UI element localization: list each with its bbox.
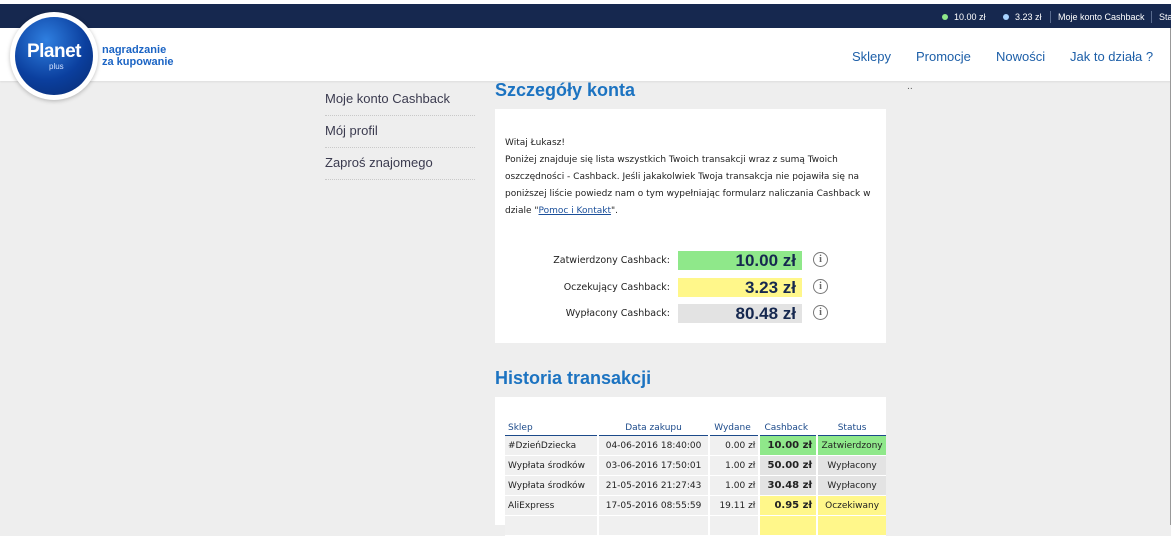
account-details-title: Szczegóły konta xyxy=(495,80,636,100)
account-details-panel: Witaj Łukasz! Poniżej znajduje się lista… xyxy=(495,109,886,343)
help-contact-link[interactable]: Pomoc i Kontakt xyxy=(539,206,612,216)
status-badge: Oczekiwany xyxy=(817,495,886,516)
pending-cashback-value: 3.23 zł xyxy=(678,278,802,297)
column-header-spent[interactable]: Wydane xyxy=(708,421,761,436)
status-badge: Wypłacony xyxy=(817,455,886,476)
status-badge: Wypłacony xyxy=(817,475,886,496)
column-header-status[interactable]: Status xyxy=(817,421,886,436)
divider xyxy=(1050,11,1051,23)
cashback-cell: 30.48 zł xyxy=(759,475,819,496)
account-sidebar: Moje konto Cashback Mój profil Zaproś zn… xyxy=(325,84,475,180)
logo-badge: Planet plus xyxy=(15,17,93,95)
column-header-cashback[interactable]: Cashback xyxy=(759,421,819,436)
pending-balance[interactable]: 3.23 zł xyxy=(1003,12,1042,22)
status-link[interactable]: Statu xyxy=(1159,12,1171,22)
paid-cashback-value: 80.48 zł xyxy=(678,304,802,323)
paid-cashback-row: Wypłacony Cashback: 80.48 zł i xyxy=(495,304,886,324)
column-header-shop[interactable]: Sklep xyxy=(505,421,600,436)
info-icon[interactable]: i xyxy=(813,279,828,294)
transactions-table: Sklep Data zakupu Wydane Cashback Status… xyxy=(505,421,886,536)
transaction-history-title: Historia transakcji xyxy=(495,368,652,388)
logo[interactable]: Planet plus xyxy=(10,12,98,100)
approved-cashback-row: Zatwierdzony Cashback: 10.00 zł i xyxy=(495,251,886,271)
pending-dot-icon xyxy=(1003,13,1009,20)
nav-news[interactable]: Nowości xyxy=(996,49,1045,64)
approved-dot-icon xyxy=(942,13,948,20)
nav-how-it-works[interactable]: Jak to działa ? xyxy=(1070,49,1153,64)
table-row[interactable]: Wypłata środków 03-06-2016 17:50:01 1.00… xyxy=(505,455,886,476)
info-icon[interactable]: i xyxy=(813,305,828,320)
table-row[interactable]: AliExpress 17-05-2016 08:55:59 19.11 zł … xyxy=(505,495,886,516)
cashback-cell: 10.00 zł xyxy=(759,435,819,456)
account-link[interactable]: Moje konto Cashback xyxy=(1058,12,1145,22)
sidebar-item-invite-friend[interactable]: Zaproś znajomego xyxy=(325,148,475,180)
divider xyxy=(1151,11,1152,23)
placeholder-dots: .. xyxy=(907,82,913,92)
tagline: nagradzanie za kupowanie xyxy=(102,44,174,68)
table-row[interactable] xyxy=(505,515,886,536)
info-icon[interactable]: i xyxy=(813,252,828,267)
cashback-cell: 0.95 zł xyxy=(759,495,819,516)
status-badge: Zatwierdzony xyxy=(817,435,886,456)
sidebar-item-cashback-account[interactable]: Moje konto Cashback xyxy=(325,84,475,116)
transaction-history-panel: Sklep Data zakupu Wydane Cashback Status… xyxy=(495,397,886,536)
top-status-bar: 10.00 zł 3.23 zł Moje konto Cashback Sta… xyxy=(0,0,1171,28)
approved-cashback-value: 10.00 zł xyxy=(678,251,802,270)
nav-shops[interactable]: Sklepy xyxy=(852,49,891,64)
site-header: nagradzanie za kupowanie Sklepy Promocje … xyxy=(0,28,1171,81)
table-row[interactable]: Wypłata środków 21-05-2016 21:27:43 1.00… xyxy=(505,475,886,496)
nav-promotions[interactable]: Promocje xyxy=(916,49,971,64)
pending-cashback-row: Oczekujący Cashback: 3.23 zł i xyxy=(495,278,886,298)
table-header-row: Sklep Data zakupu Wydane Cashback Status xyxy=(505,421,886,436)
cashback-cell: 50.00 zł xyxy=(759,455,819,476)
sidebar-item-profile[interactable]: Mój profil xyxy=(325,116,475,148)
approved-balance[interactable]: 10.00 zł xyxy=(942,12,986,22)
column-header-date[interactable]: Data zakupu xyxy=(598,421,710,436)
table-row[interactable]: #DzieńDziecka 04-06-2016 18:40:00 0.00 z… xyxy=(505,435,886,456)
intro-text: Witaj Łukasz! Poniżej znajduje się lista… xyxy=(505,138,871,216)
